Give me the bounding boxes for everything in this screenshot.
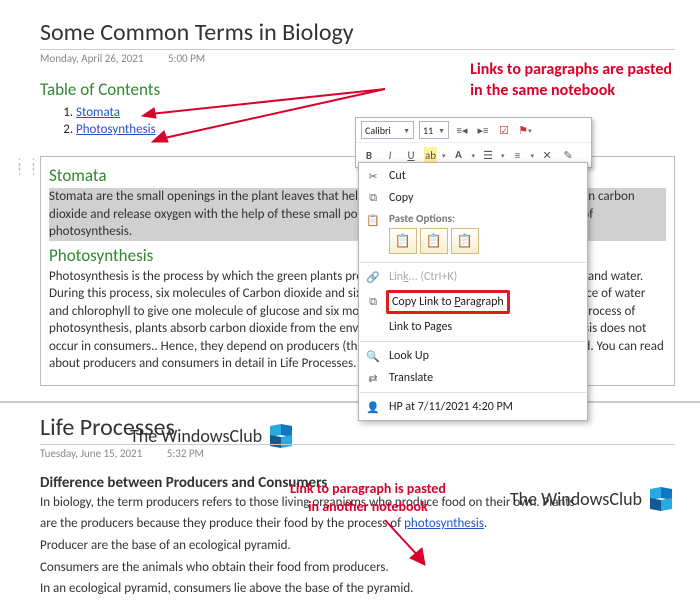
link-icon: 🔗 [365,269,381,285]
paste-options-row: 📋 📋 📋 [359,226,587,259]
body-line: In an ecological pyramid, consumers lie … [40,580,675,598]
annotation-arrow-icon [380,518,440,568]
dropdown-icon[interactable]: ▾ [442,151,446,160]
paste-merge[interactable]: 📋 [420,228,448,254]
font-selector[interactable]: Calibri▼ [361,121,414,139]
highlight-icon[interactable]: ab [424,147,437,163]
translate-icon: ⇄ [365,370,381,386]
bullets-icon[interactable]: ☰ [480,147,496,163]
menu-copy-link-paragraph[interactable]: ⧉Copy Link to Paragraph [359,288,587,316]
body-line: are the producers because they produce t… [40,515,675,533]
paste-options-label: 📋Paste Options: [359,209,587,226]
copy-icon: ⧉ [365,190,381,206]
toc-link-stomata[interactable]: Stomata [76,105,120,120]
bold-icon[interactable]: B [361,147,377,163]
mini-toolbar[interactable]: Calibri▼ 11▼ ≡◂ ▸≡ ☑ ⚑▾ B I U ab▾ A▾ ☰▾ … [355,117,592,168]
body-line: Producer are the base of an ecological p… [40,537,675,555]
logo-mark-icon [650,488,672,510]
dropdown-icon[interactable]: ▾ [501,151,505,160]
indent-icon[interactable]: ▸≡ [475,122,491,138]
underline-icon[interactable]: U [403,147,419,163]
menu-cut[interactable]: ✂Cut [359,165,587,187]
body-line: Consumers are the animals who obtain the… [40,559,675,577]
date-time: Tuesday, June 15, 2021 5:32 PM [40,447,675,460]
annotation-text: Links to paragraphs are pasted in the sa… [470,60,672,102]
paste-keep-formatting[interactable]: 📋 [389,228,417,254]
time: 5:32 PM [167,447,204,460]
dropdown-icon[interactable]: ▾ [531,151,535,160]
menu-link-to-pages[interactable]: Link to Pages [359,316,587,338]
font-size-selector[interactable]: 11▼ [419,121,449,139]
outdent-icon[interactable]: ≡◂ [454,122,470,138]
context-menu: ✂Cut ⧉Copy 📋Paste Options: 📋 📋 📋 🔗Link..… [358,162,588,421]
date: Monday, April 26, 2021 [40,52,143,65]
todo-tag-icon[interactable]: ☑ [496,122,512,138]
page-title: Life Processes [40,413,675,445]
date: Tuesday, June 15, 2021 [40,447,142,460]
windowsclub-logo: The WindowsClub [510,488,672,510]
paste-icon: 📋 [365,212,381,228]
paste-text-only[interactable]: 📋 [451,228,479,254]
lookup-icon: 🔍 [365,348,381,364]
annotation-arrow-icon [140,84,390,144]
format-painter-icon[interactable]: ✎ [560,147,576,163]
clear-formatting-icon[interactable]: ✕ [539,147,555,163]
copy-link-icon: ⧉ [365,294,381,310]
numbering-icon[interactable]: ≡ [510,147,526,163]
menu-copy[interactable]: ⧉Copy [359,187,587,209]
container-grip-icon[interactable]: ⋮⋮⋮⋮ [13,162,41,174]
tags-icon[interactable]: ⚑▾ [517,122,533,138]
italic-icon[interactable]: I [382,147,398,163]
time: 5:00 PM [168,52,205,65]
menu-link: 🔗Link... (Ctrl+K) [359,266,587,288]
menu-translate[interactable]: ⇄Translate [359,367,587,389]
cut-icon: ✂ [365,168,381,184]
menu-lookup[interactable]: 🔍Look Up [359,345,587,367]
page-title: Some Common Terms in Biology [40,18,675,50]
annotation-text: Link to paragraph is pasted in another n… [290,480,446,516]
dropdown-icon[interactable]: ▾ [472,151,476,160]
